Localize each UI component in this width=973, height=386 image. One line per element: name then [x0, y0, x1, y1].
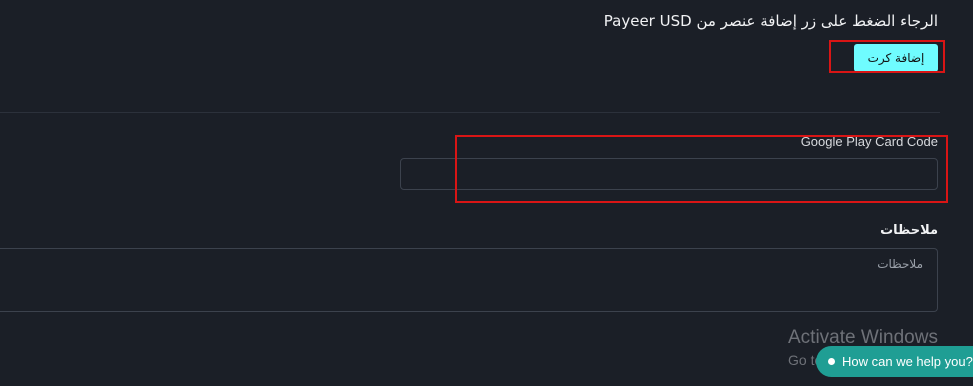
- notes-label: ملاحظات: [880, 223, 938, 238]
- card-code-input[interactable]: [400, 158, 938, 190]
- chat-widget-label: How can we help you?: [842, 354, 973, 369]
- instruction-text: الرجاء الضغط على زر إضافة عنصر من Payeer…: [603, 12, 938, 30]
- chat-status-icon: [828, 358, 835, 365]
- add-card-button[interactable]: إضافة كرت: [854, 44, 938, 72]
- page: الرجاء الضغط على زر إضافة عنصر من Payeer…: [0, 0, 973, 386]
- section-divider: [0, 112, 940, 113]
- notes-textarea[interactable]: [0, 248, 938, 312]
- card-code-label: Google Play Card Code: [800, 134, 938, 149]
- chat-widget-button[interactable]: How can we help you?: [816, 346, 973, 377]
